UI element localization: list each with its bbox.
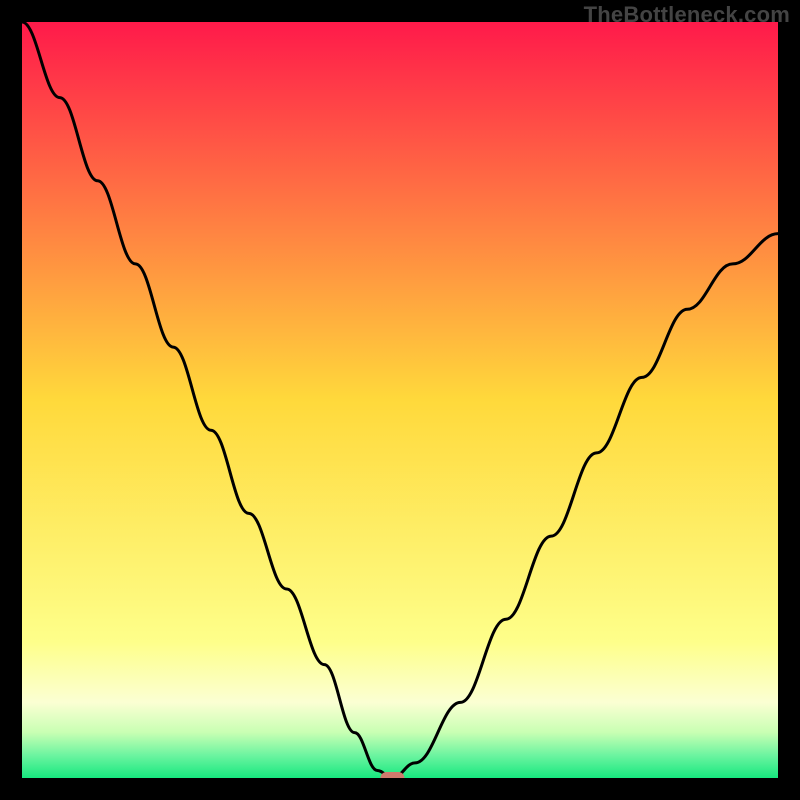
chart-background [22, 22, 778, 778]
chart-frame: TheBottleneck.com [0, 0, 800, 800]
watermark-text: TheBottleneck.com [584, 2, 790, 28]
chart-svg [22, 22, 778, 778]
minimum-marker [380, 772, 404, 778]
chart-plot-area [22, 22, 778, 778]
